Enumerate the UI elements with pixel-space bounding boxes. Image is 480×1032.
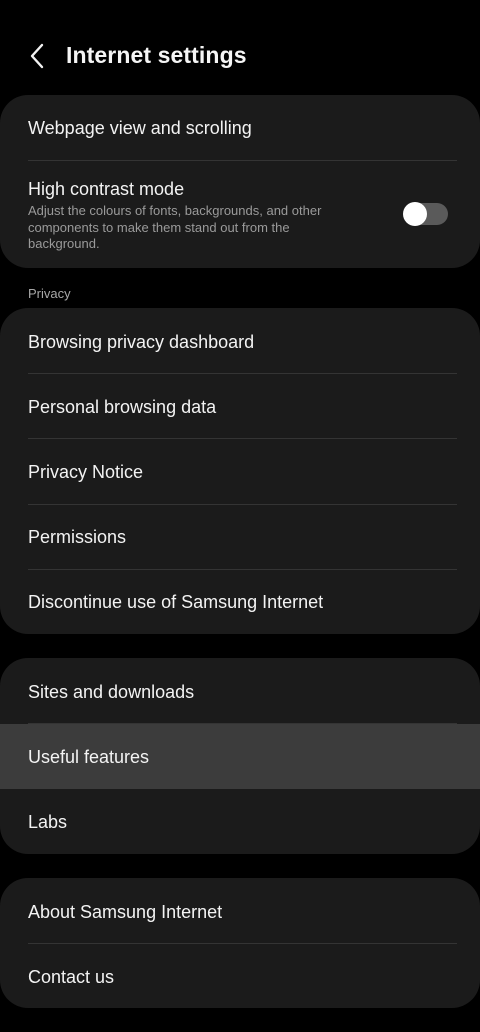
contact-us-label: Contact us [28, 967, 115, 987]
discontinue-label: Discontinue use of Samsung Internet [28, 592, 324, 612]
privacy-notice-label: Privacy Notice [28, 462, 144, 482]
toggle-knob [403, 202, 427, 226]
privacy-card: Browsing privacy dashboard Personal brow… [0, 308, 480, 634]
features-card: Sites and downloads Useful features Labs [0, 658, 480, 854]
chevron-left-icon [30, 43, 44, 69]
useful-features-item[interactable]: Useful features [0, 724, 480, 789]
back-button[interactable] [20, 38, 54, 74]
privacy-dashboard-item[interactable]: Browsing privacy dashboard [0, 308, 480, 373]
labs-item[interactable]: Labs [0, 789, 480, 854]
high-contrast-label: High contrast mode [28, 179, 185, 199]
permissions-item[interactable]: Permissions [0, 505, 480, 569]
page-title: Internet settings [66, 42, 247, 68]
about-samsung-internet-item[interactable]: About Samsung Internet [0, 878, 480, 943]
useful-features-label: Useful features [28, 747, 150, 767]
discontinue-item[interactable]: Discontinue use of Samsung Internet [0, 570, 480, 634]
webpage-view-label: Webpage view and scrolling [28, 118, 252, 138]
privacy-notice-item[interactable]: Privacy Notice [0, 439, 480, 504]
webpage-view-item[interactable]: Webpage view and scrolling [0, 95, 480, 160]
about-samsung-internet-label: About Samsung Internet [28, 902, 223, 922]
high-contrast-description: Adjust the colours of fonts, backgrounds… [28, 203, 322, 251]
labs-label: Labs [28, 812, 68, 832]
permissions-label: Permissions [28, 527, 127, 547]
personal-browsing-data-item[interactable]: Personal browsing data [0, 374, 480, 438]
about-card: About Samsung Internet Contact us [0, 878, 480, 1008]
privacy-dashboard-label: Browsing privacy dashboard [28, 332, 255, 352]
contact-us-item[interactable]: Contact us [0, 944, 480, 1008]
top-app-bar: Internet settings [0, 0, 480, 95]
sites-and-downloads-label: Sites and downloads [28, 682, 195, 702]
personal-browsing-data-label: Personal browsing data [28, 397, 217, 417]
privacy-section-header: Privacy [28, 286, 71, 301]
high-contrast-toggle[interactable] [403, 202, 448, 226]
sites-and-downloads-item[interactable]: Sites and downloads [0, 658, 480, 723]
